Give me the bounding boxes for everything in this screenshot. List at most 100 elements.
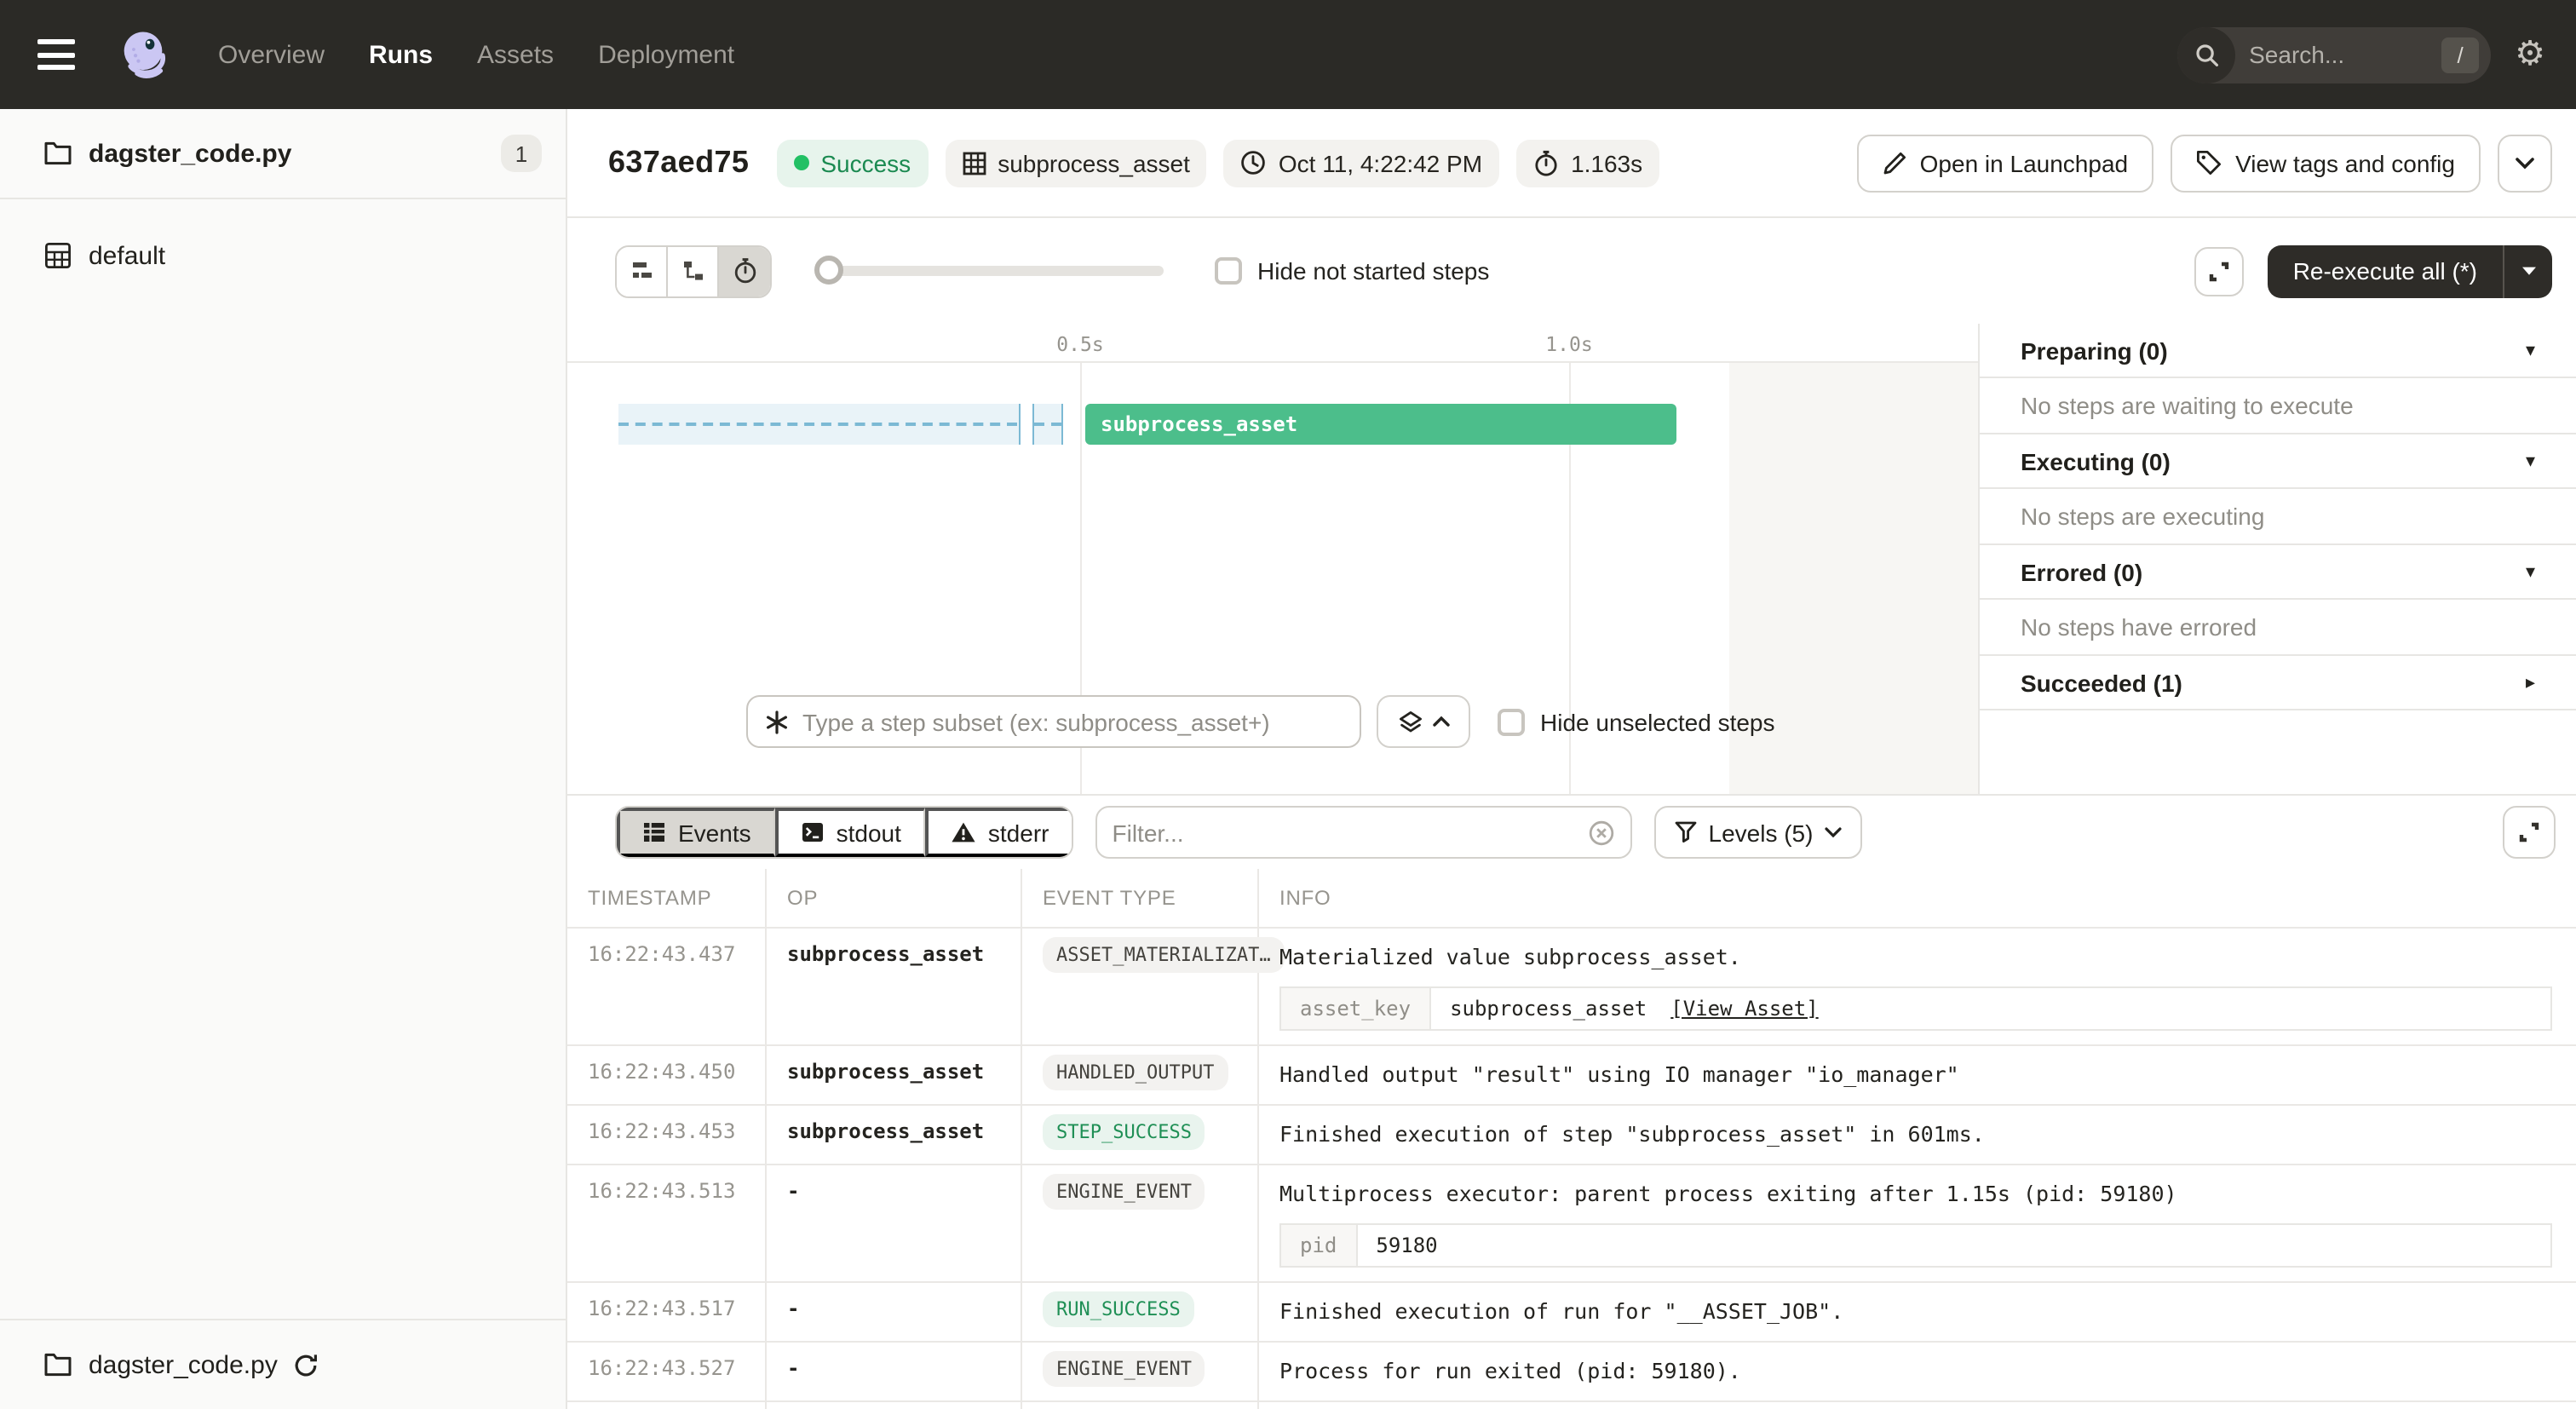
panel-section-executing[interactable]: Executing (0) ▾ [1980,434,2576,489]
cell-event-type: STEP_SUCCESS [1022,1106,1259,1164]
tab-events[interactable]: Events [617,808,775,857]
tab-stdout[interactable]: stdout [775,808,925,857]
cell-timestamp: 16:22:43.450 [567,1046,767,1104]
step-subset-input[interactable] [802,708,1343,735]
panel-section-preparing[interactable]: Preparing (0) ▾ [1980,324,2576,378]
column-header-timestamp: TIMESTAMP [567,869,767,927]
gantt-view-mode-toggle [615,244,772,297]
layers-icon [1398,710,1422,733]
sidebar-item-default-job[interactable]: default [0,223,566,288]
checkbox-box[interactable] [1215,257,1242,285]
log-table-row[interactable]: 16:22:43.450subprocess_assetHANDLED_OUTP… [567,1046,2576,1106]
event-type-badge: RUN_SUCCESS [1043,1291,1194,1327]
levels-filter-button[interactable]: Levels (5) [1654,806,1863,859]
log-table-row[interactable]: 16:22:43.517-RUN_SUCCESSFinished executi… [567,1283,2576,1343]
checkbox-box[interactable] [1498,708,1525,735]
waterfall-icon[interactable] [668,246,719,296]
clear-filter-icon[interactable] [1588,819,1615,846]
open-in-launchpad-button[interactable]: Open in Launchpad [1857,134,2153,192]
nav-item-assets[interactable]: Assets [477,40,554,69]
caret-down-icon [2521,266,2536,276]
gantt-zoom-slider[interactable] [816,256,1164,286]
step-subset-inputbox[interactable] [746,695,1361,748]
waiting-dash-line [618,423,1017,426]
nav-item-deployment[interactable]: Deployment [598,40,734,69]
reexecute-split-button: Re-execute all (*) [2268,244,2552,297]
duration-badge: 1.163s [1516,139,1659,187]
cell-event-type: HANDLED_OUTPUT [1022,1046,1259,1104]
log-table-row[interactable]: 16:22:43.527-ENGINE_EVENTProcess for run… [567,1343,2576,1402]
settings-button[interactable]: ⚙ [2515,37,2545,72]
terminal-icon [801,821,825,843]
log-fullscreen-button[interactable] [2503,806,2556,859]
info-text: Process for run exited (pid: 59180). [1279,1356,2556,1385]
slider-track[interactable] [816,266,1164,276]
cell-op: subprocess_asset [767,1106,1022,1164]
panel-message: No steps are waiting to execute [1980,378,2576,434]
cell-info: Finished execution of run for "__ASSET_J… [1259,1283,2576,1341]
panel-section-succeeded[interactable]: Succeeded (1) ▸ [1980,656,2576,710]
status-badge: Success [776,139,928,187]
asset-badge[interactable]: subprocess_asset [945,139,1207,187]
run-header-actions: Open in Launchpad View tags and config [1857,134,2552,192]
reexecute-all-button[interactable]: Re-execute all (*) [2268,244,2503,297]
log-filter-box[interactable] [1095,806,1632,859]
flat-list-icon[interactable] [617,246,668,296]
cell-op: - [767,1283,1022,1341]
metadata-key: pid [1281,1225,1357,1266]
footer-repo-name: dagster_code.py [89,1350,278,1379]
search-input[interactable] [2235,41,2441,68]
reexecute-menu-button[interactable] [2503,244,2552,297]
table-icon [642,821,666,843]
log-table-header: TIMESTAMP OP EVENT TYPE INFO [567,869,2576,929]
gantt-toolbar: Hide not started steps Re-execute all (*… [567,218,2576,324]
asset-grid-icon [962,151,986,175]
info-text: Handled output "result" using IO manager… [1279,1060,2556,1089]
metadata-table: asset_keysubprocess_asset[View Asset] [1279,986,2552,1031]
timed-icon[interactable] [719,246,770,296]
cell-op: subprocess_asset [767,929,1022,1044]
run-id: 637aed75 [608,145,749,181]
gantt-fullscreen-button[interactable] [2194,246,2244,296]
search-box[interactable]: / [2177,26,2491,83]
tab-stderr[interactable]: stderr [925,808,1072,857]
axis-tick: 1.0s [1545,332,1592,356]
info-text: Finished execution of run for "__ASSET_J… [1279,1297,2556,1326]
dagster-logo-icon[interactable] [112,24,174,85]
chevron-down-icon [1825,826,1842,838]
run-badges: Success subprocess_asset Oct 11, 4:22:42… [776,139,1659,187]
repo-count-badge: 1 [501,135,542,172]
slider-handle[interactable] [814,256,843,285]
start-time-badge: Oct 11, 4:22:42 PM [1224,139,1499,187]
warning-icon [951,821,976,843]
stopwatch-icon [1533,149,1559,176]
nav-item-overview[interactable]: Overview [218,40,325,69]
nav-item-runs[interactable]: Runs [369,40,433,69]
gantt-step-bar[interactable]: subprocess_asset [1085,404,1676,445]
section-chevron-down-icon: ▾ [2526,339,2535,361]
chevron-down-icon [2515,156,2535,170]
cell-event-type: ENGINE_EVENT [1022,1165,1259,1281]
hide-unselected-checkbox[interactable]: Hide unselected steps [1498,708,1775,735]
zoom-to-fit-button[interactable] [1377,695,1470,748]
log-toolbar: Events stdout stderr Levels (5) [567,796,2576,869]
log-table-row[interactable]: 16:22:43.513-ENGINE_EVENTMultiprocess ex… [567,1165,2576,1283]
panel-section-errored[interactable]: Errored (0) ▾ [1980,545,2576,600]
log-table-row[interactable]: 16:22:43.437subprocess_assetASSET_MATERI… [567,929,2576,1046]
cell-op: - [767,1343,1022,1400]
panel-message: No steps are executing [1980,489,2576,545]
cell-timestamp: 16:22:43.437 [567,929,767,1044]
hide-not-started-checkbox[interactable]: Hide not started steps [1215,257,1489,285]
view-asset-link[interactable]: [View Asset] [1670,997,1818,1021]
reload-repository-icon[interactable] [293,1352,319,1377]
expand-icon [2518,821,2540,843]
gantt-time-axis: 0.5s 1.0s [567,324,1978,363]
run-actions-menu-button[interactable] [2498,134,2552,192]
log-filter-input[interactable] [1113,819,1588,846]
view-tags-config-button[interactable]: View tags and config [2171,134,2481,192]
sidebar-repo-row[interactable]: dagster_code.py 1 [0,109,566,199]
op-selector-icon [765,710,789,733]
menu-button[interactable] [37,36,82,73]
log-table-row[interactable]: 16:22:43.453subprocess_assetSTEP_SUCCESS… [567,1106,2576,1165]
column-header-event-type: EVENT TYPE [1022,869,1259,927]
